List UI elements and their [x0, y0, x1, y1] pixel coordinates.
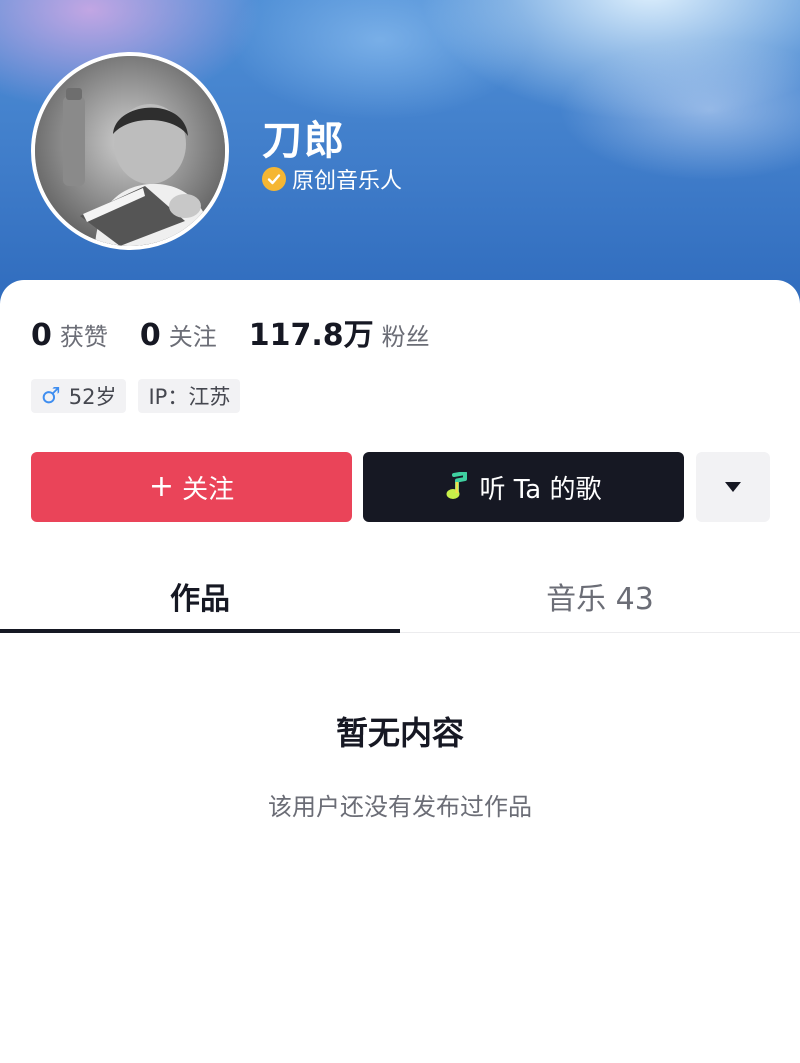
tab-music-label: 音乐 43 [546, 582, 654, 617]
triangle-down-icon [725, 482, 741, 492]
stat-followers[interactable]: 117.8万 粉丝 [249, 310, 430, 354]
content-tabs: 作品 音乐 43 [0, 560, 800, 633]
music-note-icon [445, 472, 471, 502]
listen-songs-label: 听 Ta 的歌 [479, 474, 602, 505]
profile-banner: 刀郎 原创音乐人 [0, 0, 800, 310]
more-button[interactable] [696, 452, 770, 522]
tab-music[interactable]: 音乐 43 [400, 560, 800, 632]
action-buttons: + 关注 听 Ta 的歌 [31, 452, 770, 522]
stat-following[interactable]: 0 关注 [140, 317, 217, 353]
verified-check-icon [262, 167, 286, 191]
profile-card: 0 获赞 0 关注 117.8万 粉丝 ♂ 52岁 IP：江苏 + 关注 听 T… [0, 280, 800, 1063]
listen-songs-button[interactable]: 听 Ta 的歌 [363, 452, 684, 522]
empty-state-subtitle: 该用户还没有发布过作品 [268, 793, 532, 821]
male-icon: ♂ [41, 383, 61, 409]
tab-active-indicator [0, 629, 400, 633]
plus-icon: + [148, 469, 175, 504]
verification-row: 原创音乐人 [262, 164, 402, 194]
empty-state-title: 暂无内容 [335, 714, 464, 752]
stat-followers-value: 117.8万 [248, 318, 374, 353]
age-tag: ♂ 52岁 [31, 379, 127, 413]
ip-tag: IP：江苏 [138, 379, 241, 413]
tab-works[interactable]: 作品 [0, 560, 400, 633]
profile-page: 刀郎 原创音乐人 0 获赞 0 关注 117.8万 粉丝 ♂ 52岁 IP：江苏… [0, 0, 800, 1063]
stat-followers-label: 粉丝 [381, 323, 430, 351]
stat-likes-label: 获赞 [59, 323, 108, 351]
ip-label: IP：江苏 [148, 385, 231, 409]
age-label: 52岁 [68, 385, 117, 409]
stat-likes[interactable]: 0 获赞 [31, 317, 108, 353]
stats-row: 0 获赞 0 关注 117.8万 粉丝 [31, 310, 462, 354]
stat-following-label: 关注 [168, 323, 217, 351]
follow-label: 关注 [182, 474, 235, 505]
profile-tags: ♂ 52岁 IP：江苏 [31, 379, 252, 413]
verification-label: 原创音乐人 [292, 169, 403, 194]
stat-likes-value: 0 [31, 318, 52, 353]
stat-following-value: 0 [139, 318, 161, 353]
avatar[interactable] [31, 52, 229, 250]
tab-works-label: 作品 [170, 582, 230, 617]
profile-name: 刀郎 [262, 118, 346, 164]
follow-button[interactable]: + 关注 [31, 452, 352, 522]
